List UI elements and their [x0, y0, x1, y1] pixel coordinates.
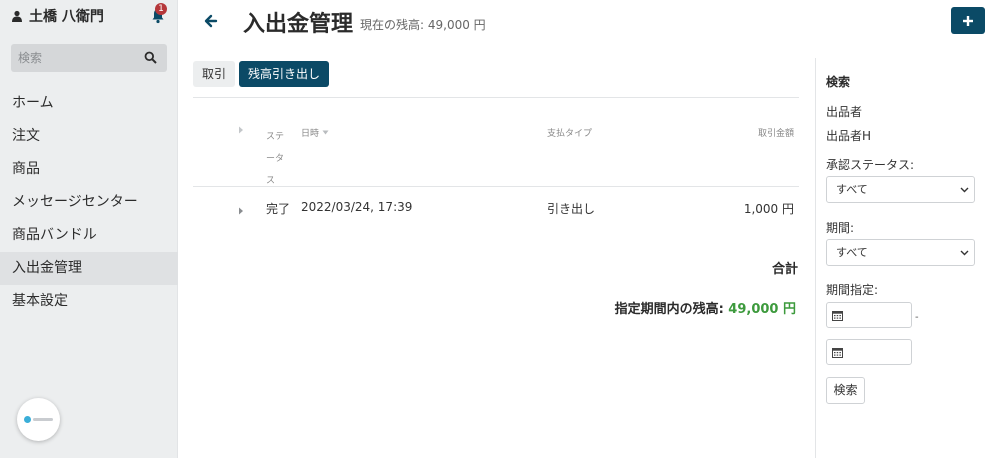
period-balance: 指定期間内の残高: 49,000 円: [560, 298, 796, 317]
row-payment-type: 引き出し: [547, 202, 596, 216]
filter-title: 検索: [826, 75, 851, 89]
filter-panel: 検索 出品者 出品者H 承認ステータス: すべて 期間: すべて 期間指定: -…: [815, 58, 1000, 458]
row-expand-icon[interactable]: [238, 204, 244, 215]
sort-desc-icon: [322, 130, 329, 135]
row-date: 2022/03/24, 17:39: [301, 200, 413, 214]
logo-icon: [24, 416, 53, 423]
chevron-down-icon: [960, 248, 969, 257]
plus-icon: [963, 15, 973, 26]
approval-status-label: 承認ステータス:: [826, 158, 915, 172]
end-date-input[interactable]: [826, 339, 912, 365]
column-header-date-label: 日時: [301, 129, 320, 139]
calendar-icon: [832, 347, 843, 358]
sidebar-item-payments[interactable]: 入出金管理: [0, 252, 178, 285]
column-header-amount[interactable]: 取引金額: [730, 126, 794, 139]
user-menu[interactable]: 土橋 八衛門: [11, 6, 169, 26]
period-balance-label: 指定期間内の残高:: [614, 302, 724, 317]
sidebar: 土橋 八衛門 1 ホーム 注文 商品 メッセージセンター 商品バンドル 入出金管…: [0, 0, 178, 458]
back-arrow-icon[interactable]: [203, 13, 219, 29]
column-header-status[interactable]: ステータス: [266, 126, 290, 192]
calendar-icon: [832, 310, 843, 321]
current-balance: 現在の残高: 49,000 円: [360, 18, 486, 32]
tab-transactions[interactable]: 取引: [193, 61, 236, 87]
row-status: 完了: [266, 202, 291, 216]
divider: [193, 97, 799, 98]
sidebar-item-settings[interactable]: 基本設定: [0, 285, 178, 318]
period-label: 期間:: [826, 221, 855, 235]
search-icon[interactable]: [144, 51, 157, 64]
total-label: 合計: [771, 262, 798, 277]
approval-status-select[interactable]: すべて: [826, 176, 975, 203]
sidebar-item-orders[interactable]: 注文: [0, 120, 178, 153]
column-header-date[interactable]: 日時: [301, 126, 329, 139]
chevron-down-icon: [960, 185, 969, 194]
add-button[interactable]: [951, 7, 985, 34]
sidebar-search: [11, 44, 167, 72]
date-range-separator: -: [915, 312, 919, 323]
tab-withdrawal[interactable]: 残高引き出し: [239, 61, 330, 87]
period-balance-value: 49,000 円: [728, 302, 796, 317]
user-icon: [11, 10, 23, 22]
row-amount: 1,000 円: [743, 202, 794, 216]
seller-value: 出品者H: [826, 129, 872, 143]
column-header-payment-type[interactable]: 支払タイプ: [547, 126, 592, 139]
app-logo-button[interactable]: [17, 398, 60, 441]
page-title: 入出金管理: [243, 12, 354, 37]
notification-badge: 1: [155, 3, 167, 15]
sidebar-item-message-center[interactable]: メッセージセンター: [0, 186, 178, 219]
sidebar-item-home[interactable]: ホーム: [0, 87, 178, 120]
sidebar-item-products[interactable]: 商品: [0, 153, 178, 186]
user-name: 土橋 八衛門: [29, 9, 104, 25]
sidebar-item-product-bundles[interactable]: 商品バンドル: [0, 219, 178, 252]
period-range-label: 期間指定:: [826, 283, 879, 297]
start-date-input[interactable]: [826, 302, 912, 328]
filter-search-button[interactable]: 検索: [826, 377, 865, 404]
approval-status-value: すべて: [836, 183, 868, 196]
search-input[interactable]: [11, 44, 141, 72]
divider: [193, 186, 799, 187]
expand-all-icon[interactable]: [238, 126, 244, 134]
period-value: すべて: [836, 246, 868, 259]
seller-label: 出品者: [826, 105, 863, 119]
period-select[interactable]: すべて: [826, 239, 975, 266]
sidebar-nav: ホーム 注文 商品 メッセージセンター 商品バンドル 入出金管理 基本設定: [0, 87, 178, 318]
